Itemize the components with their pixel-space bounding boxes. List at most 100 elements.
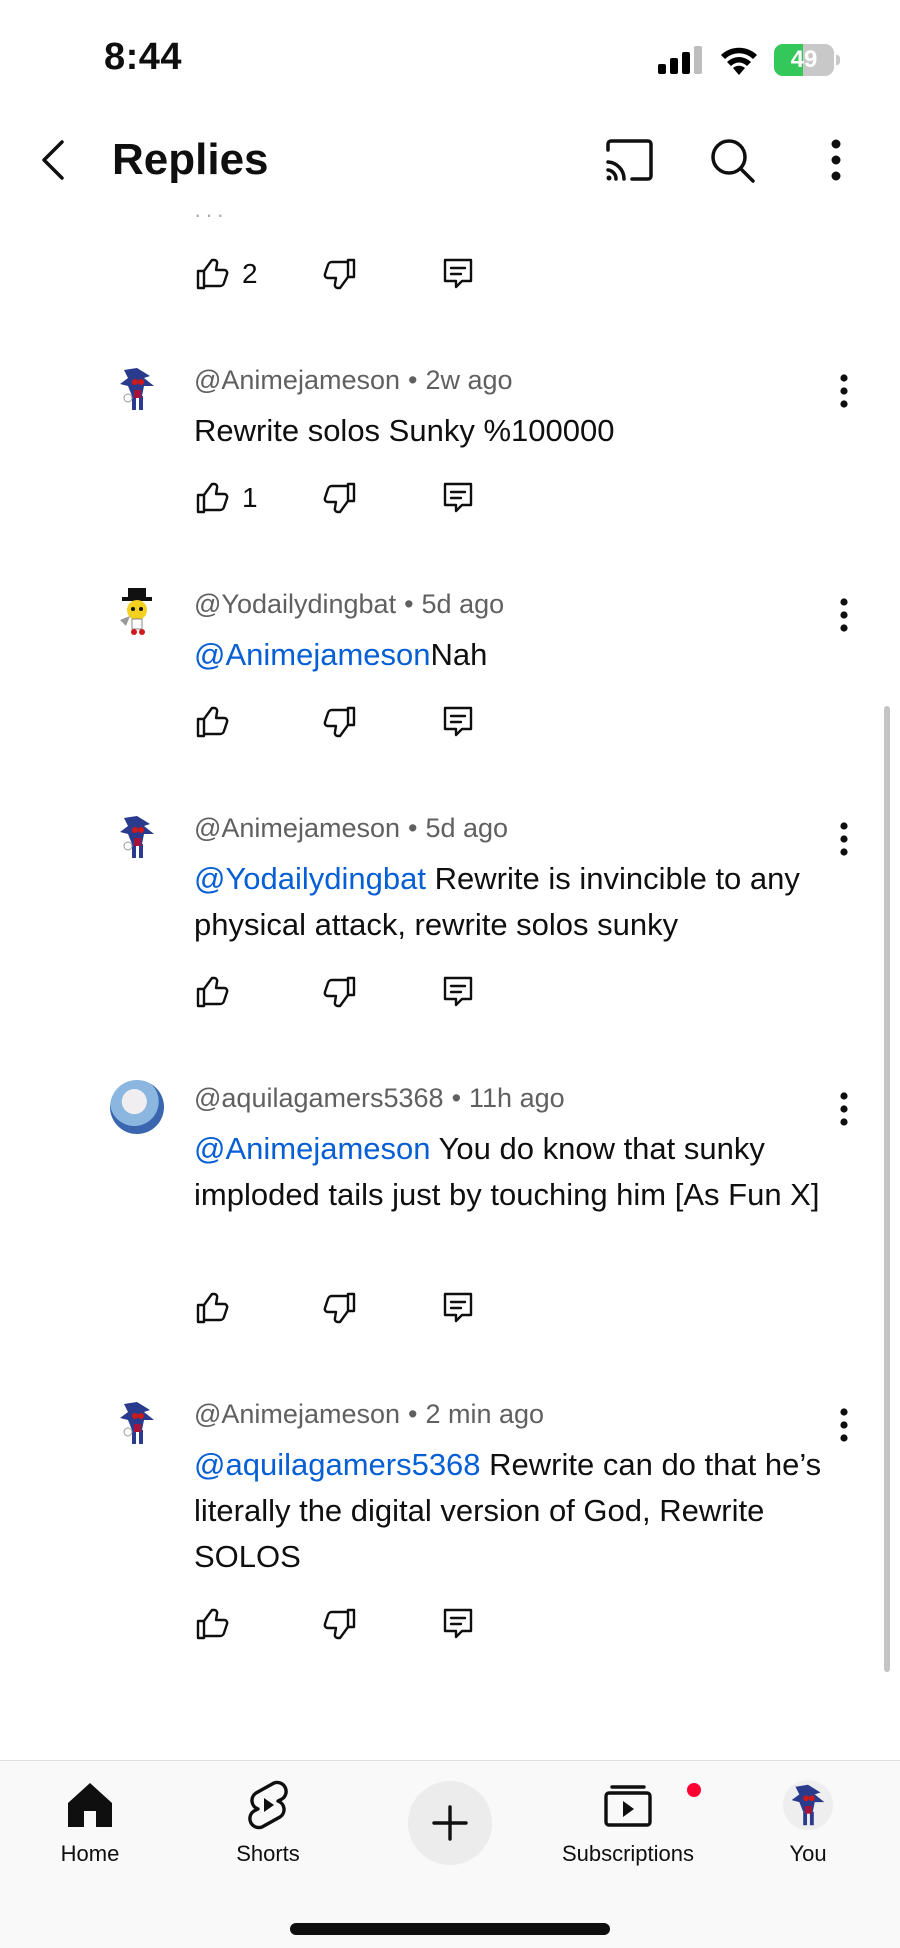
profile-avatar: [782, 1779, 834, 1831]
comment-author[interactable]: @aquilagamers5368: [194, 1083, 444, 1113]
comment-meta: @Animejameson • 5d ago: [194, 813, 509, 843]
dislike-button[interactable]: [322, 254, 358, 294]
like-button[interactable]: [194, 1288, 230, 1328]
mention-link[interactable]: @aquilagamers5368: [194, 1447, 481, 1482]
reply-comment-icon: [443, 482, 473, 513]
nav-shorts[interactable]: Shorts: [198, 1779, 338, 1889]
like-button[interactable]: [194, 972, 230, 1012]
thumbs-up-icon: [196, 1608, 229, 1640]
cellular-signal-icon: [658, 46, 702, 74]
reply-button[interactable]: [440, 478, 476, 518]
replies-list[interactable]: ··· 2 @Animejameson • 2w ago Rewrite solos…: [0, 210, 900, 1760]
nav-home[interactable]: Home: [20, 1779, 160, 1889]
nav-label: Home: [60, 1841, 120, 1866]
thumbs-down-icon: [323, 976, 356, 1008]
thumbs-up-icon: [196, 976, 229, 1008]
reply-button[interactable]: [440, 1288, 476, 1328]
comment-text: @Animejameson You do know that sunky imp…: [194, 1126, 844, 1218]
partial-text-fragment: ···: [194, 210, 228, 227]
nav-subscriptions[interactable]: Subscriptions: [558, 1779, 703, 1889]
status-time: 8:44: [104, 36, 183, 78]
reply-comment-icon: [443, 1608, 473, 1639]
comment-time: 5d ago: [421, 589, 505, 619]
like-button[interactable]: [194, 1604, 230, 1644]
page-title: Replies: [112, 135, 269, 184]
photo-avatar[interactable]: [110, 1080, 164, 1134]
thumbs-up-icon: [196, 1292, 229, 1324]
like-button[interactable]: 1: [194, 478, 258, 518]
thumbs-down-icon: [323, 1608, 356, 1640]
comment-author[interactable]: @Animejameson: [194, 365, 400, 395]
comment-more-icon[interactable]: [830, 370, 858, 412]
more-options-icon[interactable]: [818, 136, 854, 184]
comment-meta: @Animejameson • 2 min ago: [194, 1399, 545, 1429]
reply-button[interactable]: [440, 972, 476, 1012]
like-count: 1: [242, 482, 258, 513]
thumbs-up-icon: [196, 706, 229, 738]
comment-actions: [194, 1288, 514, 1328]
shorts-icon: [248, 1780, 288, 1830]
reply-button[interactable]: [440, 254, 476, 294]
comment-actions: [194, 972, 514, 1012]
dislike-button[interactable]: [322, 702, 358, 742]
reply-button[interactable]: [440, 1604, 476, 1644]
home-indicator: [290, 1923, 610, 1935]
mention-link[interactable]: @Animejameson: [194, 637, 431, 672]
comment-more-icon[interactable]: [830, 594, 858, 636]
comment-more-icon[interactable]: [830, 1088, 858, 1130]
nav-label: Subscriptions: [561, 1841, 695, 1866]
dislike-button[interactable]: [322, 1288, 358, 1328]
like-button[interactable]: 2: [194, 254, 258, 294]
notification-dot: [685, 1781, 703, 1799]
reply-comment-icon: [443, 706, 473, 737]
comment-time: 2w ago: [425, 365, 513, 395]
dingbat-avatar[interactable]: [110, 586, 164, 640]
back-button[interactable]: [30, 134, 82, 186]
battery-level: 49: [790, 46, 818, 73]
comment-meta: @Animejameson • 2w ago: [194, 365, 513, 395]
status-bar: 8:44 49: [0, 0, 900, 110]
comment-text: @aquilagamers5368 Rewrite can do that he…: [194, 1442, 844, 1580]
comment-actions: 2: [194, 254, 514, 294]
comment-author[interactable]: @Animejameson: [194, 813, 400, 843]
sonic-exe-avatar[interactable]: [110, 810, 164, 864]
cast-icon[interactable]: [604, 138, 654, 182]
home-icon: [68, 1783, 112, 1827]
mention-link[interactable]: @Animejameson: [194, 1131, 431, 1166]
like-count: 2: [242, 258, 258, 289]
search-icon[interactable]: [708, 136, 756, 184]
sonic-exe-avatar[interactable]: [110, 1396, 164, 1450]
comment-author[interactable]: @Yodailydingbat: [194, 589, 396, 619]
nav-label: You: [789, 1841, 827, 1866]
comment-actions: [194, 702, 514, 742]
subscriptions-icon: [604, 1785, 652, 1827]
create-button[interactable]: [408, 1781, 492, 1865]
thumbs-up-icon: [196, 258, 229, 290]
plus-icon: [432, 1805, 468, 1841]
comment-more-icon[interactable]: [830, 818, 858, 860]
dislike-button[interactable]: [322, 1604, 358, 1644]
comment-time: 5d ago: [425, 813, 509, 843]
comment-text: @Yodailydingbat Rewrite is invincible to…: [194, 856, 844, 948]
dislike-button[interactable]: [322, 972, 358, 1012]
thumbs-down-icon: [323, 482, 356, 514]
battery-indicator: 49: [774, 44, 840, 76]
like-button[interactable]: [194, 702, 230, 742]
sonic-exe-avatar[interactable]: [110, 362, 164, 416]
comment-text: @AnimejamesonNah: [194, 632, 844, 678]
comment-body: Nah: [430, 637, 488, 672]
nav-you[interactable]: You: [738, 1779, 878, 1889]
reply-button[interactable]: [440, 702, 476, 742]
nav-label: Shorts: [236, 1841, 300, 1866]
comment-text: Rewrite solos Sunky %100000: [194, 408, 844, 454]
dislike-button[interactable]: [322, 478, 358, 518]
reply-comment-icon: [443, 1292, 473, 1323]
thumbs-up-icon: [196, 482, 229, 514]
scrollbar[interactable]: [884, 706, 890, 1672]
comment-author[interactable]: @Animejameson: [194, 1399, 400, 1429]
comment-meta: @aquilagamers5368 • 11h ago: [194, 1083, 565, 1113]
header-bar: Replies: [0, 110, 900, 210]
comment-more-icon[interactable]: [830, 1404, 858, 1446]
comment-time: 11h ago: [469, 1083, 565, 1113]
mention-link[interactable]: @Yodailydingbat: [194, 861, 426, 896]
